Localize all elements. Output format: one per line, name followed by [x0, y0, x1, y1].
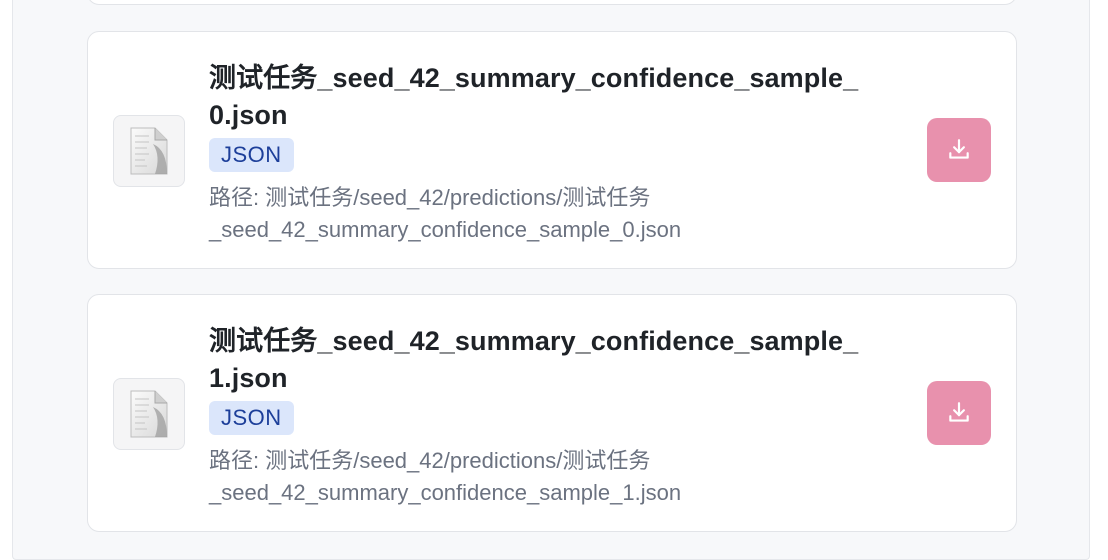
download-icon [949, 139, 969, 159]
file-name-line: 0.json [209, 100, 288, 130]
download-button[interactable] [927, 118, 991, 182]
document-icon [113, 378, 185, 450]
file-name-line: 1.json [209, 363, 288, 393]
file-path: 路径: 测试任务/seed_42/predictions/测试任务 _seed_… [209, 182, 909, 246]
download-icon [949, 402, 969, 422]
file-path-line: _seed_42_summary_confidence_sample_1.jso… [209, 480, 682, 505]
file-name: 测试任务_seed_42_summary_confidence_sample_ … [209, 323, 909, 397]
file-name: 测试任务_seed_42_summary_confidence_sample_ … [209, 60, 909, 134]
file-path-line: 路径: 测试任务/seed_42/predictions/测试任务 [209, 185, 651, 210]
download-button[interactable] [927, 381, 991, 445]
file-card: 测试任务_seed_42_summary_confidence_sample_ … [87, 31, 1017, 269]
file-info: 测试任务_seed_42_summary_confidence_sample_ … [209, 323, 909, 509]
file-card-previous [87, 0, 1017, 5]
file-type-badge: JSON [209, 401, 294, 435]
document-icon [113, 115, 185, 187]
file-name-line: 测试任务_seed_42_summary_confidence_sample_ [209, 63, 859, 93]
file-path-line: _seed_42_summary_confidence_sample_0.jso… [209, 217, 682, 242]
file-path-line: 路径: 测试任务/seed_42/predictions/测试任务 [209, 448, 651, 473]
file-path: 路径: 测试任务/seed_42/predictions/测试任务 _seed_… [209, 445, 909, 509]
file-type-badge: JSON [209, 138, 294, 172]
file-name-line: 测试任务_seed_42_summary_confidence_sample_ [209, 326, 859, 356]
file-info: 测试任务_seed_42_summary_confidence_sample_ … [209, 60, 909, 246]
file-card: 测试任务_seed_42_summary_confidence_sample_ … [87, 294, 1017, 532]
